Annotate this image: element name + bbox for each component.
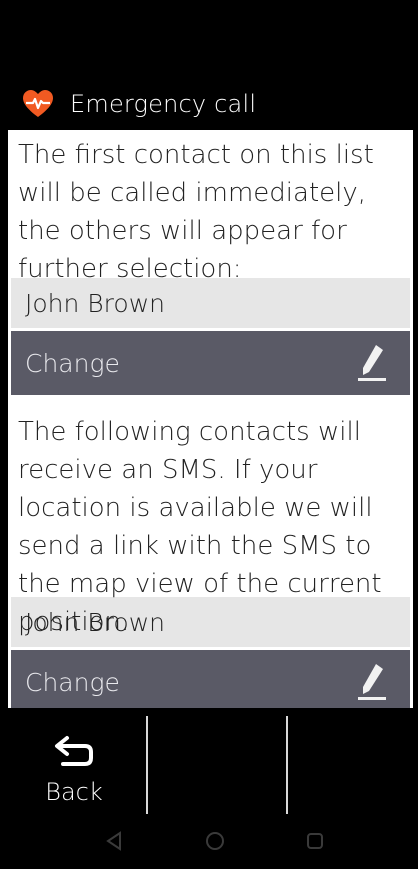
header-bar: Emergency call <box>8 78 413 130</box>
back-arrow-icon <box>51 734 97 772</box>
system-navigation-bar <box>8 814 413 869</box>
back-button[interactable]: Back <box>36 734 112 806</box>
content-area[interactable]: The first contact on this list will be c… <box>8 130 413 708</box>
change-first-contact-button[interactable]: Change <box>11 331 410 395</box>
divider <box>286 716 288 814</box>
heart-pulse-icon <box>22 88 54 120</box>
pencil-icon <box>352 660 392 704</box>
page-title: Emergency call <box>70 90 257 118</box>
divider <box>146 716 148 814</box>
bottom-action-bar: Back <box>8 708 413 814</box>
sms-contacts-description: The following contacts will receive an S… <box>18 417 382 637</box>
pencil-icon <box>352 341 392 385</box>
change-label: Change <box>25 667 120 697</box>
phone-frame: Emergency call The first contact on this… <box>0 0 418 869</box>
nav-home-icon[interactable] <box>204 830 226 856</box>
first-contact-description: The first contact on this list will be c… <box>18 140 374 284</box>
screen: Emergency call The first contact on this… <box>8 0 413 869</box>
nav-back-icon[interactable] <box>104 830 124 856</box>
back-label: Back <box>45 778 103 806</box>
change-label: Change <box>25 348 120 378</box>
nav-recents-icon[interactable] <box>304 830 326 856</box>
change-sms-contact-button[interactable]: Change <box>11 650 410 708</box>
